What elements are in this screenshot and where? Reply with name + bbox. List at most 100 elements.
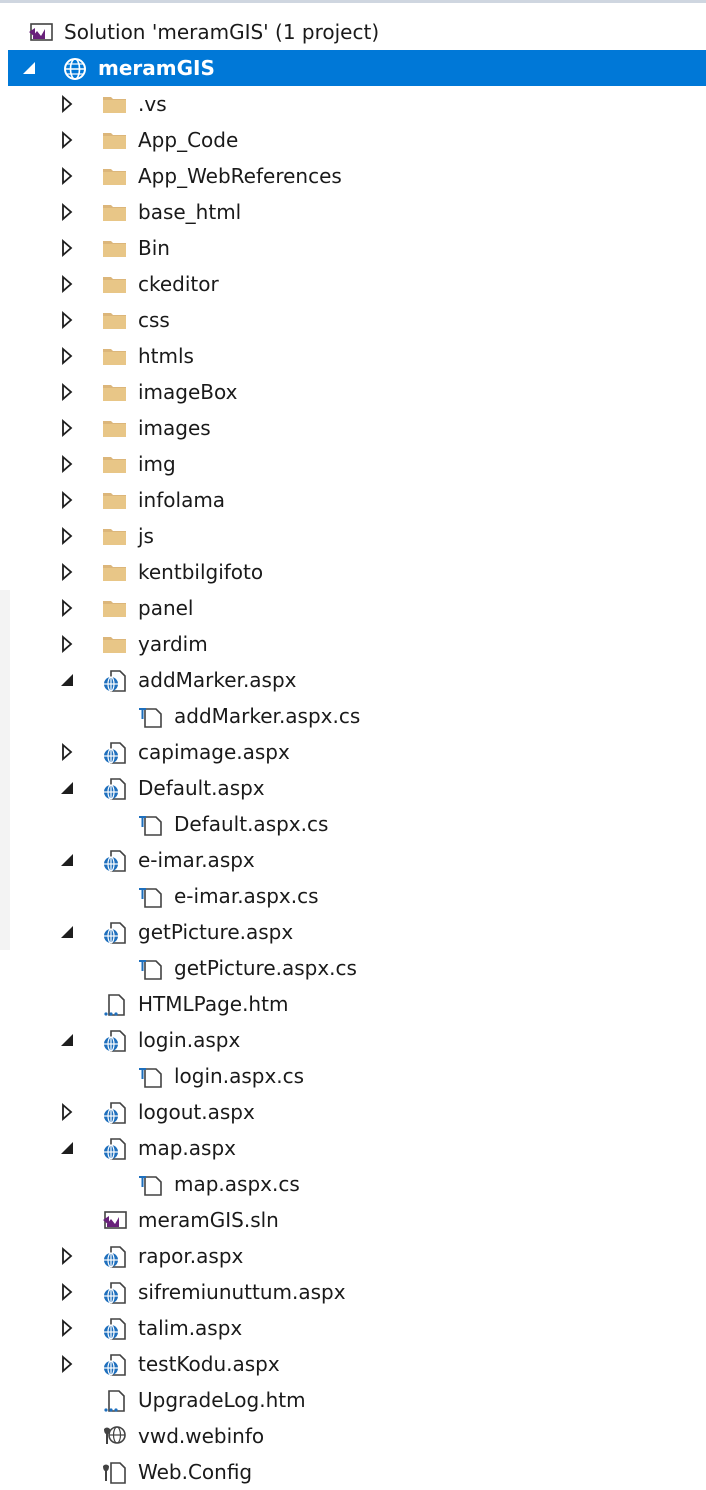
tree-item[interactable]: kentbilgifoto <box>0 554 706 590</box>
collapsed-arrow-icon[interactable] <box>58 167 76 185</box>
folder-icon <box>102 489 126 511</box>
collapsed-arrow-icon[interactable] <box>58 311 76 329</box>
tree-item[interactable]: vwd.webinfo <box>0 1418 706 1454</box>
aspx-page-icon <box>102 1029 126 1052</box>
collapsed-arrow-icon[interactable] <box>58 203 76 221</box>
collapsed-arrow-icon[interactable] <box>58 383 76 401</box>
tree-item[interactable]: getPicture.aspx <box>0 914 706 950</box>
tree-item[interactable]: Web.Config <box>0 1454 706 1490</box>
tree-item-label: e-imar.aspx.cs <box>174 884 319 908</box>
tree-item[interactable]: login.aspx <box>0 1022 706 1058</box>
tree-item[interactable]: login.aspx.cs <box>0 1058 706 1094</box>
collapsed-arrow-icon[interactable] <box>58 1355 76 1373</box>
tree-item[interactable]: .vs <box>0 86 706 122</box>
collapsed-arrow-icon[interactable] <box>58 743 76 761</box>
tree-item-label: e-imar.aspx <box>138 848 255 872</box>
expanded-arrow-icon[interactable] <box>58 851 76 869</box>
tree-item[interactable]: ckeditor <box>0 266 706 302</box>
collapsed-arrow-icon[interactable] <box>58 1247 76 1265</box>
tree-item-label: talim.aspx <box>138 1316 243 1340</box>
expanded-arrow-icon[interactable] <box>58 1139 76 1157</box>
tree-item[interactable]: e-imar.aspx.cs <box>0 878 706 914</box>
tree-item-label: base_html <box>138 200 242 224</box>
collapsed-arrow-icon[interactable] <box>58 419 76 437</box>
expanded-arrow-icon[interactable] <box>58 779 76 797</box>
tree-item[interactable]: imageBox <box>0 374 706 410</box>
tree-item-label: getPicture.aspx.cs <box>174 956 357 980</box>
tree-item-label: meramGIS.sln <box>138 1208 279 1232</box>
collapsed-arrow-icon[interactable] <box>58 95 76 113</box>
tree-item[interactable]: yardim <box>0 626 706 662</box>
solution-icon <box>28 21 53 43</box>
tree-item-label: login.aspx.cs <box>174 1064 305 1088</box>
tree-item[interactable]: js <box>0 518 706 554</box>
expanded-arrow-icon[interactable] <box>20 59 38 77</box>
collapsed-arrow-icon[interactable] <box>58 1103 76 1121</box>
folder-icon <box>102 273 126 295</box>
folder-icon <box>102 93 126 115</box>
tree-item[interactable]: img <box>0 446 706 482</box>
tree-item[interactable]: Default.aspx.cs <box>0 806 706 842</box>
tree-item-label: ckeditor <box>138 272 219 296</box>
tree-item[interactable]: infolama <box>0 482 706 518</box>
collapsed-arrow-icon[interactable] <box>58 1319 76 1337</box>
folder-icon <box>102 201 126 223</box>
folder-icon <box>102 561 126 583</box>
tree-item[interactable]: Solution 'meramGIS' (1 project) <box>0 14 706 50</box>
tree-item-label: getPicture.aspx <box>138 920 294 944</box>
tree-item[interactable]: App_Code <box>0 122 706 158</box>
tree-item[interactable]: addMarker.aspx <box>0 662 706 698</box>
tree-item[interactable]: images <box>0 410 706 446</box>
collapsed-arrow-icon[interactable] <box>58 1283 76 1301</box>
tree-item-label: capimage.aspx <box>138 740 290 764</box>
tree-item[interactable]: meramGIS <box>8 50 706 86</box>
collapsed-arrow-icon[interactable] <box>58 131 76 149</box>
tree-item[interactable]: rapor.aspx <box>0 1238 706 1274</box>
expanded-arrow-icon[interactable] <box>58 671 76 689</box>
tree-item[interactable]: addMarker.aspx.cs <box>0 698 706 734</box>
tree-item-label: css <box>138 308 170 332</box>
tree-item[interactable]: testKodu.aspx <box>0 1346 706 1382</box>
expanded-arrow-icon[interactable] <box>58 1031 76 1049</box>
collapsed-arrow-icon[interactable] <box>58 527 76 545</box>
collapsed-arrow-icon[interactable] <box>58 347 76 365</box>
tree-item[interactable]: e-imar.aspx <box>0 842 706 878</box>
collapsed-arrow-icon[interactable] <box>58 491 76 509</box>
collapsed-arrow-icon[interactable] <box>58 455 76 473</box>
tree-item-label: js <box>138 524 154 548</box>
tree-item-label: HTMLPage.htm <box>138 992 289 1016</box>
collapsed-arrow-icon[interactable] <box>58 599 76 617</box>
cs-code-file-icon <box>138 957 162 980</box>
tree-item[interactable]: sifremiunuttum.aspx <box>0 1274 706 1310</box>
aspx-page-icon <box>102 1353 126 1376</box>
tree-item-label: sifremiunuttum.aspx <box>138 1280 346 1304</box>
tree-item[interactable]: talim.aspx <box>0 1310 706 1346</box>
expanded-arrow-icon[interactable] <box>58 923 76 941</box>
tree-item-label: Default.aspx <box>138 776 265 800</box>
tree-item[interactable]: css <box>0 302 706 338</box>
tree-item[interactable]: htmls <box>0 338 706 374</box>
collapsed-arrow-icon[interactable] <box>58 275 76 293</box>
tree-item-label: App_WebReferences <box>138 164 342 188</box>
tree-item[interactable]: UpgradeLog.htm <box>0 1382 706 1418</box>
tree-item-label: htmls <box>138 344 194 368</box>
tree-item-label: testKodu.aspx <box>138 1352 280 1376</box>
tree-item[interactable]: meramGIS.sln <box>0 1202 706 1238</box>
tree-item[interactable]: map.aspx.cs <box>0 1166 706 1202</box>
collapsed-arrow-icon[interactable] <box>58 563 76 581</box>
tree-item-label: logout.aspx <box>138 1100 255 1124</box>
tree-item[interactable]: HTMLPage.htm <box>0 986 706 1022</box>
tree-item[interactable]: base_html <box>0 194 706 230</box>
tree-item[interactable]: map.aspx <box>0 1130 706 1166</box>
tree-item[interactable]: panel <box>0 590 706 626</box>
tree-item[interactable]: logout.aspx <box>0 1094 706 1130</box>
collapsed-arrow-icon[interactable] <box>58 239 76 257</box>
tree-item[interactable]: Bin <box>0 230 706 266</box>
tree-item[interactable]: getPicture.aspx.cs <box>0 950 706 986</box>
cs-code-file-icon <box>138 813 162 836</box>
tree-item[interactable]: capimage.aspx <box>0 734 706 770</box>
aspx-page-icon <box>102 849 126 872</box>
tree-item[interactable]: Default.aspx <box>0 770 706 806</box>
tree-item[interactable]: App_WebReferences <box>0 158 706 194</box>
collapsed-arrow-icon[interactable] <box>58 635 76 653</box>
